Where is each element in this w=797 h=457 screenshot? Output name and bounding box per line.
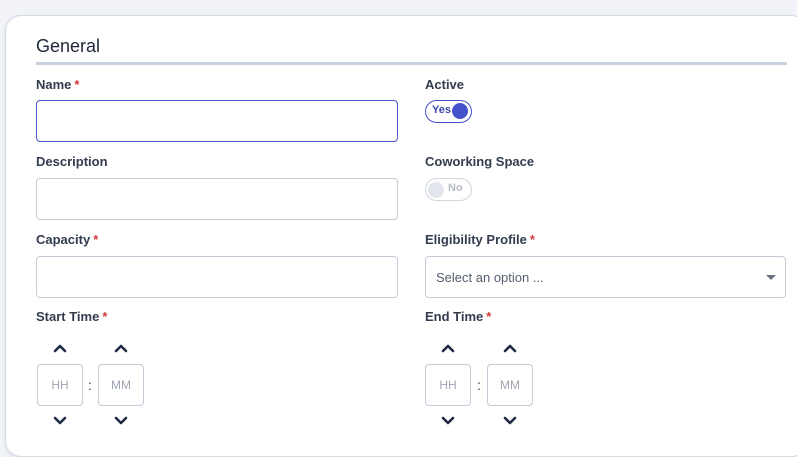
active-toggle[interactable]: Yes: [425, 100, 472, 123]
coworking-space-toggle[interactable]: No: [425, 178, 472, 201]
eligibility-profile-select[interactable]: Select an option ...: [425, 256, 786, 298]
toggle-knob: [452, 103, 468, 119]
name-label: Name *: [36, 77, 79, 92]
start-time-label-text: Start Time: [36, 309, 100, 324]
coworking-space-label: Coworking Space: [425, 154, 535, 169]
active-toggle-text: Yes: [432, 104, 451, 116]
name-input[interactable]: [36, 100, 398, 142]
start-minute-increment[interactable]: [111, 341, 131, 355]
chevron-down-icon: [503, 416, 517, 425]
required-marker: *: [102, 309, 108, 324]
caret-down-icon: [766, 275, 776, 280]
section-divider: [36, 62, 787, 65]
toggle-knob: [428, 181, 444, 198]
start-hour-increment[interactable]: [50, 341, 70, 355]
name-label-text: Name: [36, 77, 72, 92]
capacity-input[interactable]: [36, 256, 398, 298]
required-marker: *: [93, 232, 99, 247]
chevron-down-icon: [53, 416, 67, 425]
description-input[interactable]: [36, 178, 398, 220]
end-hour-decrement[interactable]: [438, 414, 458, 428]
time-separator: :: [477, 377, 481, 393]
coworking-toggle-text: No: [448, 182, 463, 194]
end-minute-decrement[interactable]: [500, 414, 520, 428]
capacity-label-text: Capacity: [36, 232, 91, 247]
eligibility-label-text: Eligibility Profile: [425, 232, 527, 247]
end-time-label-text: End Time: [425, 309, 484, 324]
section-title: General: [36, 36, 101, 56]
end-minute-increment[interactable]: [500, 341, 520, 355]
end-hour-input[interactable]: [425, 364, 471, 406]
chevron-down-icon: [441, 416, 455, 425]
required-marker: *: [529, 232, 535, 247]
active-label: Active: [425, 77, 465, 92]
start-hour-input[interactable]: [37, 364, 83, 406]
chevron-up-icon: [53, 344, 67, 353]
end-time-label: End Time *: [425, 309, 491, 324]
start-minute-decrement[interactable]: [111, 414, 131, 428]
required-marker: *: [74, 77, 80, 92]
chevron-up-icon: [114, 344, 128, 353]
start-hour-decrement[interactable]: [50, 414, 70, 428]
chevron-down-icon: [114, 416, 128, 425]
select-placeholder: Select an option ...: [436, 270, 544, 285]
end-minute-input[interactable]: [487, 364, 533, 406]
time-separator: :: [88, 377, 92, 393]
general-card: General Name * Active Yes Description Cow…: [5, 15, 797, 457]
description-label: Description: [36, 154, 108, 169]
chevron-up-icon: [441, 344, 455, 353]
start-minute-input[interactable]: [98, 364, 144, 406]
chevron-up-icon: [503, 344, 517, 353]
required-marker: *: [486, 309, 492, 324]
capacity-label: Capacity *: [36, 232, 98, 247]
eligibility-profile-label: Eligibility Profile *: [425, 232, 535, 247]
start-time-label: Start Time *: [36, 309, 107, 324]
end-hour-increment[interactable]: [438, 341, 458, 355]
